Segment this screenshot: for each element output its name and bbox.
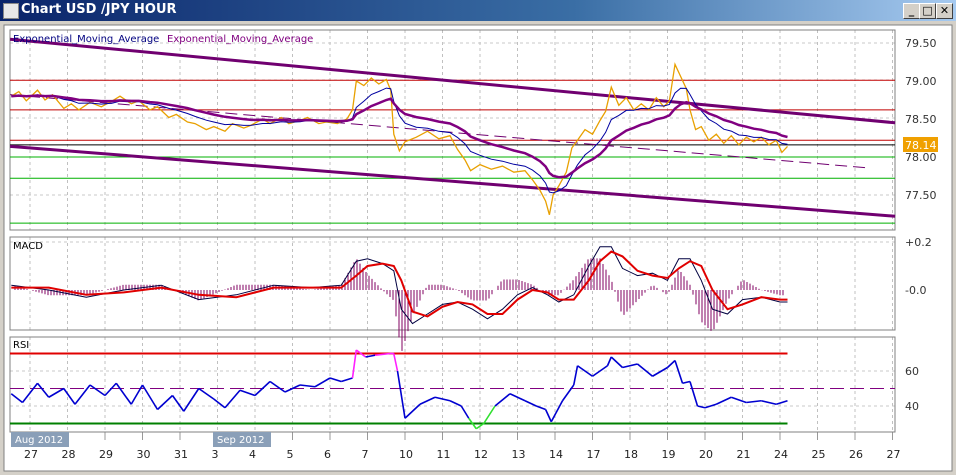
price-tick: 78.00 <box>905 151 937 164</box>
date-label: 6 <box>324 448 331 461</box>
date-label: 4 <box>249 448 256 461</box>
date-label: 20 <box>699 448 713 461</box>
date-label: 10 <box>399 448 413 461</box>
date-label: 25 <box>812 448 826 461</box>
date-label: 28 <box>62 448 76 461</box>
legend-ema-fast: Exponential_Moving_Average <box>13 34 159 45</box>
chart-app-icon <box>3 3 19 19</box>
date-label: 17 <box>587 448 601 461</box>
month-label: Sep 2012 <box>217 435 264 446</box>
date-label: 13 <box>512 448 526 461</box>
date-label: 7 <box>362 448 369 461</box>
price-tick: 77.50 <box>905 189 937 202</box>
rsi-label: RSI <box>13 340 29 351</box>
macd-tick: +0.2 <box>905 236 932 249</box>
month-label: Aug 2012 <box>15 435 63 446</box>
macd-tick: -0.0 <box>905 284 926 297</box>
maximize-button[interactable]: □ <box>919 3 936 19</box>
date-label: 27 <box>887 448 901 461</box>
rsi-tick: 40 <box>905 400 919 413</box>
date-label: 21 <box>737 448 751 461</box>
date-label: 24 <box>774 448 788 461</box>
date-label: 31 <box>174 448 188 461</box>
price-tick: 78.50 <box>905 113 937 126</box>
minimize-button[interactable]: _ <box>903 3 920 19</box>
date-label: 29 <box>99 448 113 461</box>
window-title-bar[interactable]: Chart USD /JPY HOUR _ □ ✕ <box>0 0 956 21</box>
date-label: 27 <box>24 448 38 461</box>
date-label: 26 <box>849 448 863 461</box>
rsi-tick: 60 <box>905 365 919 378</box>
date-label: 18 <box>624 448 638 461</box>
price-tick: 79.50 <box>905 37 937 50</box>
date-label: 3 <box>212 448 219 461</box>
legend-ema-slow: Exponential_Moving_Average <box>167 34 313 45</box>
price-tick: 79.00 <box>905 75 937 88</box>
chart-area[interactable]: Exponential_Moving_Average Exponential_M… <box>0 21 956 475</box>
date-label: 12 <box>474 448 488 461</box>
date-label: 5 <box>287 448 294 461</box>
window-title: Chart USD /JPY HOUR <box>21 2 177 17</box>
date-label: 19 <box>662 448 676 461</box>
macd-label: MACD <box>13 241 43 252</box>
close-button[interactable]: ✕ <box>936 3 953 19</box>
date-label: 11 <box>437 448 451 461</box>
date-label: 30 <box>137 448 151 461</box>
date-label: 14 <box>549 448 563 461</box>
chart-canvas <box>3 24 953 472</box>
current-price-label: 78.14 <box>905 139 937 152</box>
